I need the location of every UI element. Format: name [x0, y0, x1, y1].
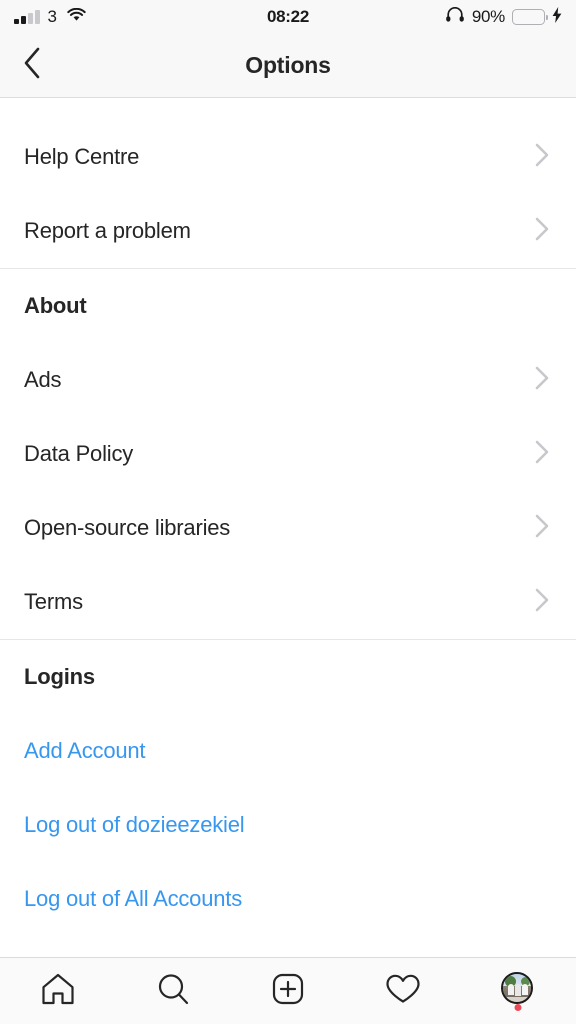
- row-label: Ads: [24, 367, 62, 392]
- tab-search[interactable]: [115, 958, 230, 1024]
- list-item[interactable]: Help Centre: [0, 120, 576, 194]
- row-label: Open-source libraries: [24, 515, 231, 540]
- list-item[interactable]: Ads: [0, 343, 576, 417]
- chevron-right-icon: [532, 438, 552, 471]
- chevron-right-icon: [532, 141, 552, 174]
- section-logins: Logins Add Account Log out of dozieezeki…: [0, 640, 576, 936]
- tab-home[interactable]: [0, 958, 115, 1024]
- list-item[interactable]: Terms: [0, 565, 576, 639]
- chevron-right-icon: [532, 512, 552, 545]
- chevron-right-icon: [532, 364, 552, 397]
- tab-new-post[interactable]: [230, 958, 345, 1024]
- lightning-bolt-icon: [552, 6, 562, 28]
- row-label: Report a problem: [24, 218, 191, 243]
- tab-activity[interactable]: [346, 958, 461, 1024]
- navigation-bar: Options: [0, 34, 576, 98]
- tab-profile[interactable]: [461, 958, 576, 1024]
- section-title: Logins: [24, 664, 95, 689]
- phone-screen: 3 08:22 90% Options Help Centre Report a…: [0, 0, 576, 1024]
- search-icon: [155, 971, 191, 1012]
- options-list: Help Centre Report a problem About Ads D…: [0, 98, 576, 936]
- add-post-icon: [270, 971, 306, 1012]
- chevron-right-icon: [532, 215, 552, 248]
- chevron-right-icon: [532, 586, 552, 619]
- battery-percent-label: 90%: [471, 7, 505, 26]
- link-label: Log out of dozieezekiel: [24, 812, 245, 837]
- bottom-tab-bar: [0, 957, 576, 1024]
- row-label: Terms: [24, 589, 83, 614]
- list-top-spacer: [0, 98, 576, 120]
- list-item[interactable]: Data Policy: [0, 417, 576, 491]
- section-about: About Ads Data Policy Open-source librar…: [0, 269, 576, 639]
- list-item[interactable]: Open-source libraries: [0, 491, 576, 565]
- section-header-logins: Logins: [0, 640, 576, 714]
- notification-badge-dot: [514, 1004, 522, 1011]
- status-bar: 3 08:22 90%: [0, 0, 576, 34]
- section-header-about: About: [0, 269, 576, 343]
- row-label: Data Policy: [24, 441, 134, 466]
- heart-icon: [384, 971, 422, 1012]
- section-support: Help Centre Report a problem: [0, 120, 576, 268]
- list-item[interactable]: Report a problem: [0, 194, 576, 268]
- avatar: [501, 972, 534, 1004]
- link-label: Log out of All Accounts: [24, 886, 242, 911]
- headphones-icon: [445, 6, 465, 27]
- link-label: Add Account: [24, 738, 146, 763]
- add-account-button[interactable]: Add Account: [0, 714, 576, 788]
- row-label: Help Centre: [24, 144, 140, 169]
- avatar-wrapper: [501, 972, 535, 1011]
- page-title: Options: [245, 52, 331, 78]
- section-title: About: [24, 293, 87, 318]
- battery-icon: [512, 9, 549, 25]
- home-icon: [40, 971, 76, 1012]
- log-out-all-accounts-button[interactable]: Log out of All Accounts: [0, 862, 576, 936]
- status-bar-right: 90%: [445, 6, 562, 28]
- log-out-account-button[interactable]: Log out of dozieezekiel: [0, 788, 576, 862]
